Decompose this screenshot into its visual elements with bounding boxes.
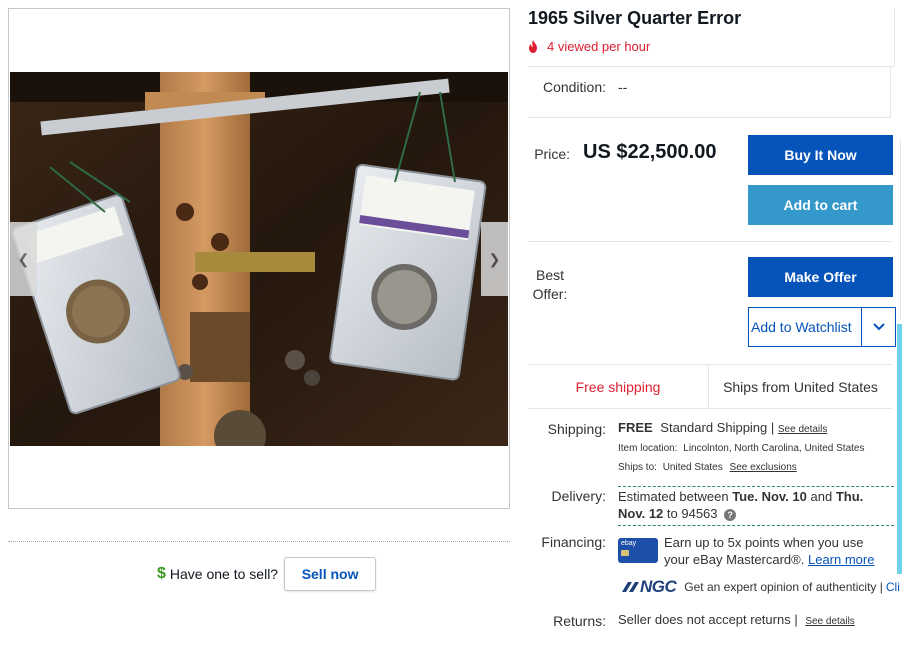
delivery-prefix: Estimated between	[618, 489, 729, 504]
shipping-method: Standard Shipping |	[660, 420, 775, 435]
delivery-label: Delivery:	[551, 488, 606, 504]
ngc-row: NGC Get an expert opinion of authenticit…	[620, 577, 900, 597]
item-location-label: Item location:	[618, 443, 678, 454]
delivery-zip: to 94563	[666, 506, 718, 521]
shipping-banner: Free shipping Ships from United States	[528, 364, 892, 409]
ships-from-text: Ships from United States	[708, 365, 892, 408]
price-label: Price:	[534, 146, 570, 162]
ngc-logo-text: NGC	[640, 577, 677, 596]
views-indicator: 4 viewed per hour	[528, 39, 650, 54]
best-offer-label-line1: Best	[535, 267, 564, 283]
delivery-estimate: Estimated between Tue. Nov. 10 and Thu. …	[618, 488, 890, 522]
card-chip	[621, 550, 629, 556]
ebay-mastercard-icon: ebay	[618, 538, 658, 563]
divider	[528, 241, 892, 242]
card-brand: ebay	[621, 540, 637, 547]
divider	[528, 66, 894, 67]
views-text: 4 viewed per hour	[547, 39, 651, 54]
returns-line: Seller does not accept returns | See det…	[618, 612, 855, 627]
delivery-and: and	[810, 489, 833, 504]
fire-icon	[529, 40, 537, 53]
ships-to-label: Ships to:	[618, 462, 657, 473]
condition-value: --	[618, 79, 628, 95]
financing-label: Financing:	[541, 534, 606, 550]
dollar-icon: $	[157, 565, 166, 582]
returns-see-details-link[interactable]: See details	[805, 616, 854, 627]
coin-photo-graphic	[10, 72, 508, 446]
ngc-logo: NGC	[620, 577, 677, 597]
sell-now-button[interactable]: Sell now	[284, 557, 377, 591]
dashed-divider	[618, 525, 894, 526]
add-to-watchlist-button[interactable]: Add to Watchlist	[749, 308, 861, 346]
free-shipping-text: Free shipping	[575, 378, 661, 395]
condition-label: Condition:	[542, 79, 606, 95]
sell-prompt: Have one to sell?	[169, 566, 279, 582]
gallery-next-button[interactable]: ❯	[481, 222, 508, 296]
best-offer-label: Best Offer:	[530, 267, 570, 302]
see-exclusions-link[interactable]: See exclusions	[730, 462, 797, 473]
financing-line2: your eBay Mastercard®.	[664, 552, 805, 567]
right-edge-frame	[894, 8, 895, 66]
buy-it-now-button[interactable]: Buy It Now	[748, 135, 893, 175]
gallery-prev-button[interactable]: ❮	[10, 222, 37, 296]
dashed-divider	[618, 486, 894, 487]
ngc-wing-icon	[622, 582, 639, 592]
frame	[890, 66, 891, 118]
ngc-text: Get an expert opinion of authenticity |	[684, 580, 883, 594]
financing-text: Earn up to 5x points when you use your e…	[664, 534, 894, 568]
shipping-label: Shipping:	[547, 421, 606, 437]
ships-to: Ships to: United States See exclusions	[618, 462, 797, 473]
help-icon[interactable]: ?	[724, 509, 737, 521]
best-offer-label-line2: Offer:	[532, 286, 568, 302]
divider	[528, 117, 890, 118]
shipping-free: FREE	[618, 420, 653, 435]
ngc-link[interactable]: Cli	[886, 580, 900, 594]
shipping-see-details-link[interactable]: See details	[778, 424, 827, 435]
chevron-left-icon: ❮	[17, 250, 30, 267]
item-title: 1965 Silver Quarter Error	[528, 8, 742, 28]
ships-to-value: United States	[662, 462, 723, 473]
shipping-line: FREE Standard Shipping | See details	[618, 420, 827, 435]
make-offer-button[interactable]: Make Offer	[748, 257, 893, 297]
delivery-start: Tue. Nov. 10	[732, 489, 807, 504]
item-location: Item location: Lincolnton, North Carolin…	[618, 443, 864, 454]
chevron-down-icon	[872, 323, 885, 331]
returns-text: Seller does not accept returns |	[618, 612, 798, 627]
right-edge-frame	[900, 140, 901, 320]
sell-row: $ Have one to sell? Sell now	[157, 557, 377, 591]
chevron-right-icon: ❯	[488, 250, 501, 267]
sell-divider	[8, 541, 510, 542]
returns-label: Returns:	[553, 613, 606, 629]
add-to-cart-button[interactable]: Add to cart	[748, 185, 893, 225]
item-photo[interactable]	[10, 72, 508, 446]
learn-more-link[interactable]: Learn more	[808, 552, 874, 567]
price-value: US $22,500.00	[583, 141, 717, 163]
financing-line1: Earn up to 5x points when you use	[664, 535, 864, 550]
watchlist-button-group: Add to Watchlist	[748, 307, 896, 347]
watchlist-dropdown-button[interactable]	[861, 308, 895, 346]
financing-line2-row: your eBay Mastercard®. Learn more	[664, 551, 894, 568]
item-location-value: Lincolnton, North Carolina, United State…	[683, 443, 865, 454]
scroll-accent[interactable]	[897, 324, 902, 574]
